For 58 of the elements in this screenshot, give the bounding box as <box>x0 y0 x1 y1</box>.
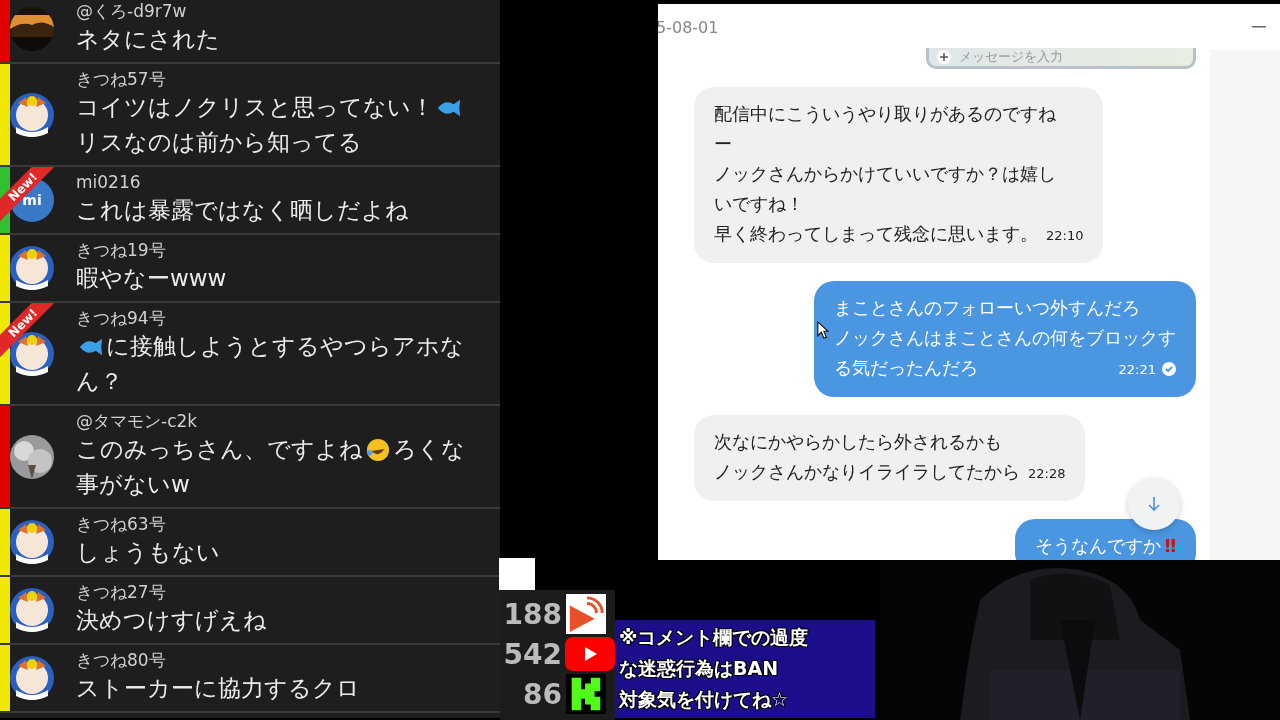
play-logo-icon <box>565 637 615 671</box>
user-name: @くろ-d9r7w <box>76 0 188 22</box>
comment-text: これは暴露ではなく晒しだよね <box>76 196 409 225</box>
comment-text: ん？ <box>76 367 123 396</box>
down-arrow-icon <box>1147 496 1161 512</box>
comment-text: しょうもない <box>76 538 220 567</box>
comment-text: 事がないw <box>76 470 190 499</box>
message-text: ノックさんかなりイライラしてたから <box>714 460 1020 484</box>
comment-text: リスなのは前から知ってる <box>76 128 362 157</box>
comment-text: コイツはノクリスと思ってない！ <box>76 93 434 122</box>
user-name: @タマモン-c2k <box>76 410 199 432</box>
avatar-icon <box>10 92 54 137</box>
message-text: 配信中にこういうやり取りがあるのですね <box>714 102 1056 126</box>
mouse-cursor-icon <box>817 321 829 340</box>
message-text: 早く終わってしまって残念に思います。 <box>714 222 1038 246</box>
message-text: ノックさんからかけていいですか？は嬉し <box>714 162 1056 186</box>
broadcast-icon <box>565 594 607 634</box>
message-text: そうなんですか <box>1034 534 1161 558</box>
notice-banner: ※コメント欄での過度 な迷惑行為はBAN 対象気を付けてね☆ <box>615 620 875 718</box>
plus-icon <box>937 50 951 64</box>
comment-text: ろくな <box>393 435 465 464</box>
user-name: きつね19号 <box>76 239 167 261</box>
viewer-count: 86 <box>522 677 563 711</box>
comment-text: ストーカーに協力するクロ <box>76 674 360 703</box>
user-name: きつね94号 <box>76 307 167 329</box>
comment-text: ネタにされた <box>76 25 220 54</box>
scroll-down-button[interactable] <box>1128 478 1180 530</box>
minimize-icon <box>1252 26 1266 28</box>
user-name: きつね63号 <box>76 513 167 535</box>
laughing-emoji-icon <box>365 437 391 462</box>
avatar-icon <box>10 520 54 564</box>
blank-square <box>499 558 535 590</box>
avatar-icon <box>10 588 54 632</box>
user-name: きつね27号 <box>76 581 167 603</box>
message-text: 次なにかやらかしたら外されるかも <box>714 430 1002 454</box>
comment-text: 決めつけすげえね <box>76 606 267 635</box>
logo-icon <box>565 674 607 714</box>
message-text: る気だったんだろ <box>834 356 978 380</box>
user-name: きつね80号 <box>76 649 167 671</box>
chat-date: 5-08-01 <box>658 17 719 37</box>
exclamation-text: ‼ <box>1164 534 1176 558</box>
comment-text: このみっちさん、ですよね <box>76 435 363 464</box>
message-text: まことさんのフォローいつ外すんだろ <box>834 296 1140 320</box>
message-time: 22:21 <box>1117 361 1156 379</box>
message-time: 22:10 <box>1046 227 1084 245</box>
comment-text: に接触しようとするやつらアホな <box>106 332 464 361</box>
message-text: いですね！ <box>714 192 804 216</box>
message-input-field[interactable]: メッセージを入力 <box>926 48 1196 69</box>
user-name: きつね57号 <box>76 68 167 90</box>
viewer-count: 542 <box>502 637 563 671</box>
viewer-count: 188 <box>502 597 563 631</box>
comment-text: 暇やなーwww <box>76 264 227 293</box>
avatar-icon <box>10 246 54 290</box>
message-text: ノックさんはまことさんの何をブロックす <box>834 326 1176 350</box>
message-time: 22:28 <box>1028 465 1066 483</box>
message-text: ー <box>714 132 732 156</box>
user-name: mi0216 <box>76 171 142 193</box>
avatar-icon <box>10 656 54 700</box>
